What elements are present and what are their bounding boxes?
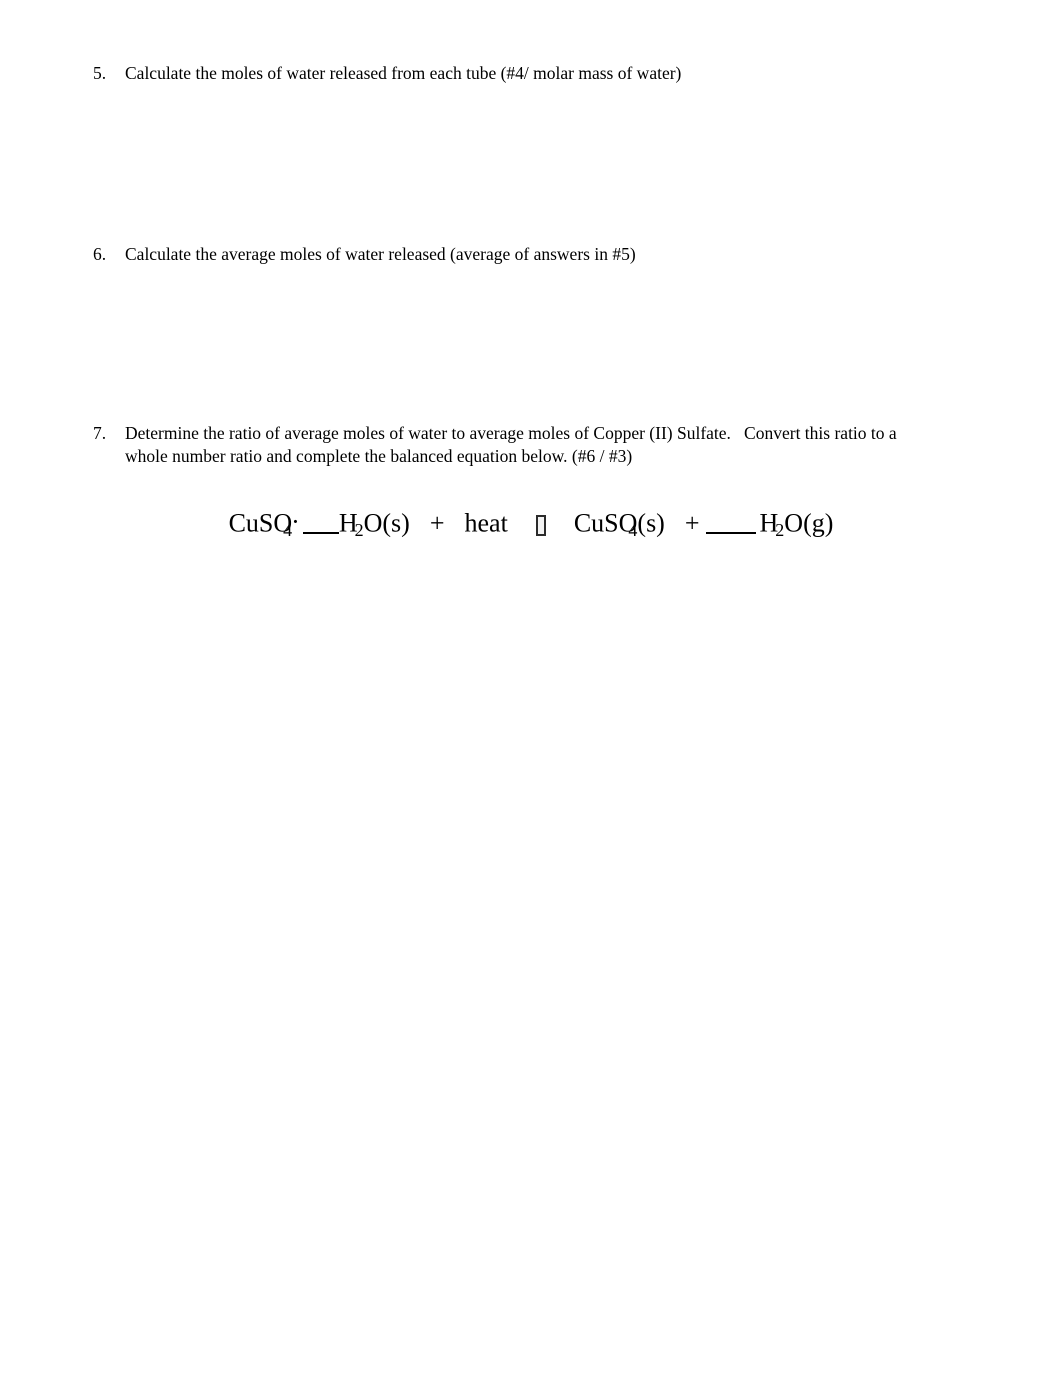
list-item-7-line-2: whole number ratio and complete the bala…	[125, 446, 633, 466]
list-item-6-body: Calculate the average moles of water rel…	[125, 243, 636, 266]
reactant-water-rest: O(s)	[363, 508, 410, 538]
list-item-7-body: Determine the ratio of average moles of …	[125, 422, 897, 468]
coefficient-blank-2[interactable]	[705, 531, 756, 534]
plus-sign-2: +	[684, 508, 700, 538]
list-item-7-number: 7.	[93, 423, 107, 443]
worksheet-page: 5. Calculate the moles of water released…	[0, 0, 1062, 1376]
list-item-5-body: Calculate the moles of water released fr…	[125, 62, 681, 85]
hydrate-dot-icon: ·	[291, 507, 300, 536]
list-item-7-line-1: Determine the ratio of average moles of …	[125, 423, 897, 443]
list-item-5-line-1: Calculate the moles of water released fr…	[125, 63, 682, 83]
list-item-6-line-1: Calculate the average moles of water rel…	[125, 244, 636, 264]
coefficient-blank-1[interactable]	[302, 531, 339, 534]
list-item-5-number: 5.	[93, 63, 107, 83]
chemical-equation: CuSO4· H2O(s) + heat CuSO4(s) + H2O(g)	[0, 505, 1062, 547]
product-water-subscript: 2	[775, 520, 785, 541]
product-copper-sulfate-state: (s)	[637, 508, 665, 538]
reaction-arrow-icon	[535, 514, 546, 536]
heat-label: heat	[464, 508, 508, 538]
plus-sign-1: +	[429, 508, 445, 538]
list-item-6-number: 6.	[93, 244, 107, 264]
product-water-rest: O(g)	[784, 508, 834, 538]
chemical-equation-inner: CuSO4· H2O(s) + heat CuSO4(s) + H2O(g)	[229, 505, 834, 547]
reactant-water-subscript: 2	[354, 520, 364, 541]
